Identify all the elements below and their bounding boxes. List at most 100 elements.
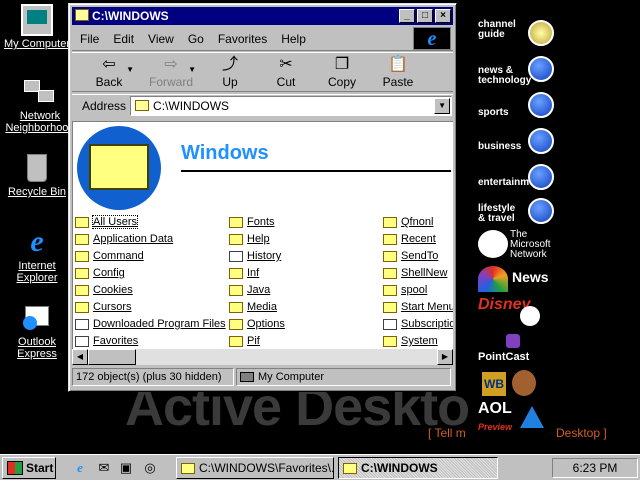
file-item[interactable]: Java bbox=[229, 282, 270, 298]
scroll-right-button[interactable]: ▶ bbox=[437, 349, 453, 365]
file-item[interactable]: Cursors bbox=[75, 299, 132, 315]
ie-logo-icon: e bbox=[413, 27, 451, 50]
channel-msn[interactable]: The Microsoft Network bbox=[476, 228, 556, 262]
file-item[interactable]: System bbox=[383, 333, 438, 349]
system-folder-icon bbox=[75, 318, 89, 330]
system-tray-clock[interactable]: 6:23 PM bbox=[552, 458, 638, 478]
quicklaunch-ie-icon[interactable]: e bbox=[72, 460, 88, 476]
desktop-icon-label: Internet Explorer bbox=[16, 260, 58, 284]
computer-icon bbox=[21, 4, 53, 36]
file-label: Start Menu bbox=[401, 301, 453, 313]
file-item[interactable]: History bbox=[229, 248, 281, 264]
scroll-left-button[interactable]: ◀ bbox=[72, 349, 88, 365]
desktop-icon-label: Network Neighborhood bbox=[5, 110, 75, 134]
taskbar-button-favorites[interactable]: C:\WINDOWS\Favorites\... bbox=[176, 457, 334, 479]
menu-edit[interactable]: Edit bbox=[113, 32, 134, 46]
paste-button[interactable]: 📋 Paste bbox=[370, 53, 426, 91]
folder-icon bbox=[229, 318, 243, 330]
file-item[interactable]: Recent bbox=[383, 231, 436, 247]
desktop-icon-internet-explorer[interactable]: e Internet Explorer bbox=[2, 226, 72, 285]
horizontal-scrollbar[interactable]: ◀ ▶ bbox=[72, 349, 453, 365]
file-item[interactable]: Options bbox=[229, 316, 285, 332]
folder-icon bbox=[383, 250, 397, 262]
file-item[interactable]: Subscriptio bbox=[383, 316, 453, 332]
desktop-icon-label: Recycle Bin bbox=[7, 186, 67, 198]
title-bar[interactable]: C:\WINDOWS _ □ × bbox=[72, 7, 453, 25]
channel-news-technology[interactable]: news & technology bbox=[476, 52, 556, 86]
desktop-icon-outlook-express[interactable]: Outlook Express bbox=[2, 302, 72, 360]
channel-sports[interactable]: sports bbox=[476, 88, 556, 122]
file-item[interactable]: Config bbox=[75, 265, 125, 281]
channel-label: sports bbox=[478, 107, 509, 118]
channel-msnbc-news[interactable]: News bbox=[476, 264, 556, 298]
file-item[interactable]: spool bbox=[383, 282, 427, 298]
file-item[interactable]: All Users bbox=[75, 214, 139, 230]
up-button[interactable]: ⤴ Up bbox=[202, 53, 258, 91]
folder-icon bbox=[75, 216, 89, 228]
back-button[interactable]: ⇦ Back ▼ bbox=[78, 53, 140, 91]
desktop-icon-my-computer[interactable]: My Computer bbox=[2, 4, 72, 50]
channel-entertainment[interactable]: entertainment bbox=[476, 160, 556, 194]
paste-label: Paste bbox=[382, 75, 414, 89]
file-item[interactable]: Fonts bbox=[229, 214, 275, 230]
file-item[interactable]: Qfnonl bbox=[383, 214, 433, 230]
copy-button[interactable]: ❐ Copy bbox=[314, 53, 370, 91]
forward-button[interactable]: ⇨ Forward ▼ bbox=[140, 53, 202, 91]
channel-business[interactable]: business bbox=[476, 124, 556, 158]
minimize-button[interactable]: _ bbox=[399, 9, 415, 23]
file-item[interactable]: Start Menu bbox=[383, 299, 453, 315]
menu-favorites[interactable]: Favorites bbox=[218, 32, 267, 46]
file-item[interactable]: Pif bbox=[229, 333, 260, 349]
taz-icon bbox=[512, 370, 536, 396]
menu-file[interactable]: File bbox=[80, 32, 99, 46]
pointcast-icon bbox=[506, 334, 520, 348]
folder-icon bbox=[75, 267, 89, 279]
channel-lifestyle-travel[interactable]: lifestyle & travel bbox=[476, 194, 556, 228]
file-item[interactable]: ShellNew bbox=[383, 265, 447, 281]
file-item[interactable]: Inf bbox=[229, 265, 259, 281]
menu-go[interactable]: Go bbox=[188, 32, 204, 46]
quicklaunch-outlook-icon[interactable]: ✉ bbox=[96, 460, 112, 476]
maximize-button[interactable]: □ bbox=[417, 9, 433, 23]
file-label: Recent bbox=[401, 233, 436, 245]
wallpaper-link-left[interactable]: [ Tell m bbox=[428, 426, 466, 440]
mickey-icon bbox=[520, 306, 540, 326]
wallpaper-link-right[interactable]: Desktop ] bbox=[556, 426, 607, 440]
file-item[interactable]: Media bbox=[229, 299, 277, 315]
address-value: C:\WINDOWS bbox=[153, 98, 230, 113]
network-icon bbox=[24, 76, 56, 108]
channel-aol[interactable]: AOL Preview bbox=[476, 401, 556, 436]
menu-view[interactable]: View bbox=[148, 32, 174, 46]
quicklaunch-show-desktop-icon[interactable]: ▣ bbox=[118, 460, 134, 476]
file-item[interactable]: Help bbox=[229, 231, 270, 247]
file-item[interactable]: Command bbox=[75, 248, 144, 264]
start-button[interactable]: Start bbox=[2, 457, 56, 479]
file-item[interactable]: Cookies bbox=[75, 282, 133, 298]
menu-help[interactable]: Help bbox=[281, 32, 306, 46]
address-dropdown-button[interactable]: ▼ bbox=[434, 97, 451, 114]
close-button[interactable]: × bbox=[435, 9, 451, 23]
file-item[interactable]: Downloaded Program Files bbox=[75, 316, 226, 332]
taskbar-button-windows[interactable]: C:\WINDOWS bbox=[338, 457, 498, 479]
back-dropdown-icon[interactable]: ▼ bbox=[126, 65, 134, 74]
channel-guide[interactable]: channel guide bbox=[476, 16, 556, 50]
scroll-thumb[interactable] bbox=[88, 349, 136, 365]
channel-pointcast[interactable]: PointCast bbox=[476, 334, 556, 368]
channel-wb[interactable]: WB bbox=[476, 366, 556, 400]
channel-disney[interactable]: Disney bbox=[476, 296, 556, 330]
file-item[interactable]: SendTo bbox=[383, 248, 438, 264]
file-label: History bbox=[247, 250, 282, 262]
desktop-icon-network-neighborhood[interactable]: Network Neighborhood bbox=[2, 76, 78, 134]
scissors-icon: ✂ bbox=[279, 56, 293, 73]
forward-dropdown-icon[interactable]: ▼ bbox=[188, 65, 196, 74]
folder-icon bbox=[181, 462, 195, 474]
file-item[interactable]: Favorites bbox=[75, 333, 138, 349]
quicklaunch-channels-icon[interactable]: ◎ bbox=[142, 460, 158, 476]
folder-icon bbox=[383, 267, 397, 279]
file-item[interactable]: Application Data bbox=[75, 231, 173, 247]
folder-view[interactable]: Windows All Users Application Data Comma… bbox=[72, 121, 453, 349]
desktop-icon-recycle-bin[interactable]: Recycle Bin bbox=[2, 152, 72, 198]
address-input[interactable]: C:\WINDOWS ▼ bbox=[130, 95, 453, 116]
folder-icon bbox=[229, 216, 243, 228]
cut-button[interactable]: ✂ Cut bbox=[258, 53, 314, 91]
